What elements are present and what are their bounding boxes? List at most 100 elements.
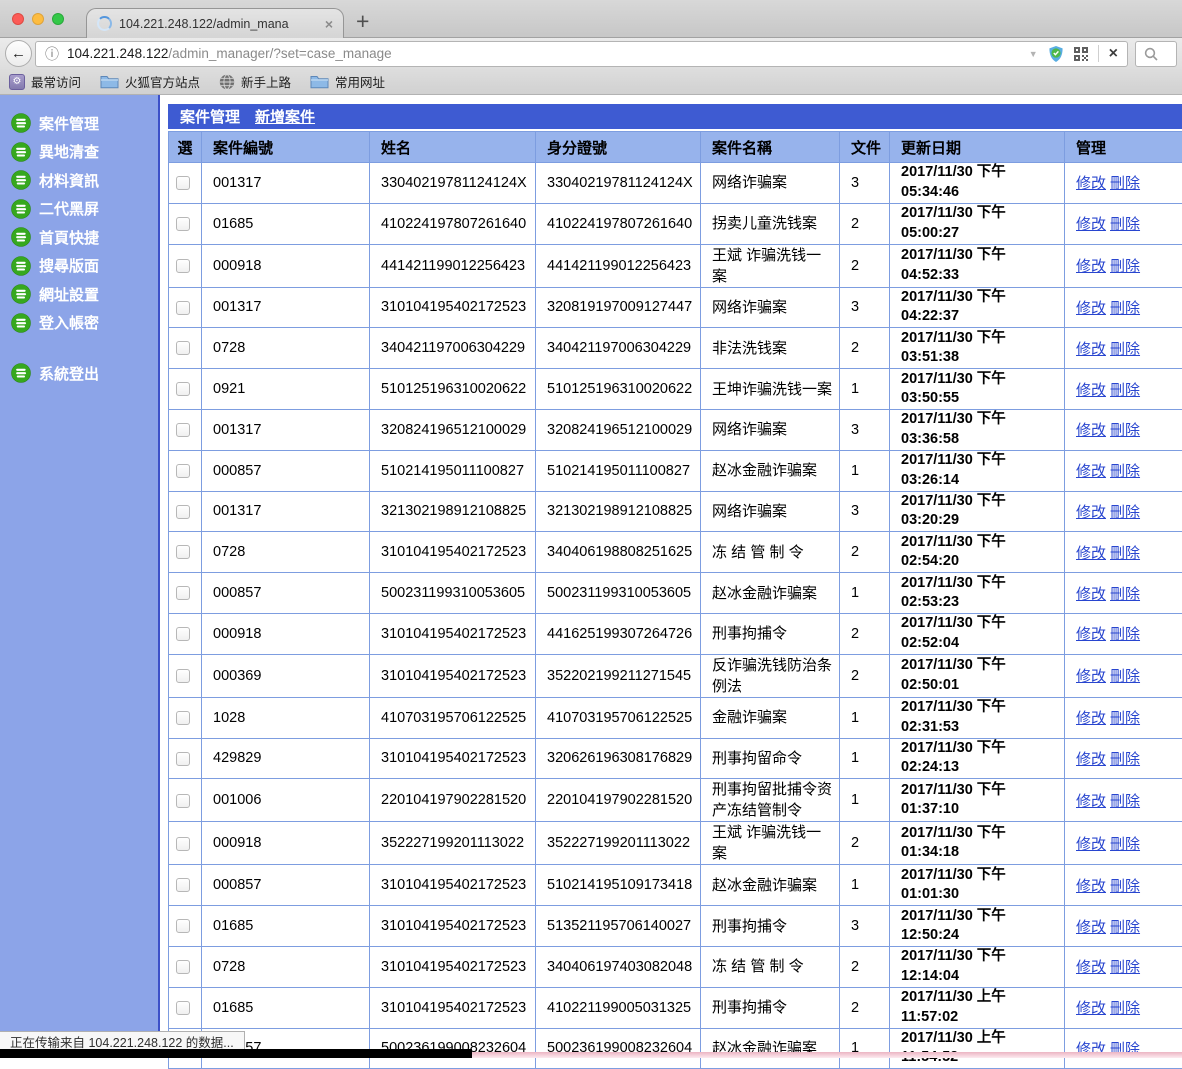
row-checkbox[interactable]	[176, 259, 190, 273]
delete-link[interactable]: 刪除	[1110, 341, 1140, 358]
edit-link[interactable]: 修改	[1076, 1000, 1106, 1017]
update-date-cell: 2017/11/30 下午02:24:13	[890, 738, 1065, 779]
edit-link[interactable]: 修改	[1076, 710, 1106, 727]
select-cell	[169, 244, 202, 287]
delete-link[interactable]: 刪除	[1110, 793, 1140, 810]
zoom-window-button[interactable]	[52, 13, 64, 25]
sidebar-item[interactable]: 首頁快捷	[0, 223, 158, 252]
new-case-link[interactable]: 新增案件	[255, 106, 315, 127]
minimize-window-button[interactable]	[32, 13, 44, 25]
delete-link[interactable]: 刪除	[1110, 836, 1140, 853]
site-info-icon[interactable]: ⓘ	[45, 44, 59, 64]
shield-icon[interactable]	[1048, 45, 1064, 63]
edit-link[interactable]: 修改	[1076, 751, 1106, 768]
sidebar-item[interactable]: 異地清查	[0, 138, 158, 167]
row-checkbox[interactable]	[176, 919, 190, 933]
table-row: 0008575002311993100536055002311993100536…	[169, 573, 1182, 614]
row-checkbox[interactable]	[176, 505, 190, 519]
edit-link[interactable]: 修改	[1076, 300, 1106, 317]
bookmark-item[interactable]: 火狐官方站点	[100, 72, 200, 91]
select-cell	[169, 163, 202, 204]
delete-link[interactable]: 刪除	[1110, 626, 1140, 643]
sidebar-item[interactable]: 案件管理	[0, 109, 158, 138]
new-tab-button[interactable]: +	[356, 8, 369, 34]
row-checkbox[interactable]	[176, 837, 190, 851]
delete-link[interactable]: 刪除	[1110, 382, 1140, 399]
bookmark-item[interactable]: ⚙最常访问	[9, 72, 81, 91]
file-count-cell: 3	[840, 409, 890, 450]
edit-link[interactable]: 修改	[1076, 793, 1106, 810]
delete-link[interactable]: 刪除	[1110, 216, 1140, 233]
edit-link[interactable]: 修改	[1076, 175, 1106, 192]
delete-link[interactable]: 刪除	[1110, 959, 1140, 976]
edit-link[interactable]: 修改	[1076, 216, 1106, 233]
url-bar[interactable]: ⓘ 104.221.248.122/admin_manager/?set=cas…	[35, 41, 1128, 67]
row-checkbox[interactable]	[176, 669, 190, 683]
edit-link[interactable]: 修改	[1076, 422, 1106, 439]
browser-tab[interactable]: 104.221.248.122/admin_mana ×	[86, 8, 344, 38]
id-number-cell: 410703195706122525	[536, 697, 701, 738]
sidebar-item-logout[interactable]: 系統登出	[0, 359, 158, 388]
sidebar-item[interactable]: 二代黑屏	[0, 195, 158, 224]
delete-link[interactable]: 刪除	[1110, 751, 1140, 768]
sidebar-item[interactable]: 材料資訊	[0, 166, 158, 195]
row-checkbox[interactable]	[176, 878, 190, 892]
edit-link[interactable]: 修改	[1076, 341, 1106, 358]
row-checkbox[interactable]	[176, 1001, 190, 1015]
back-button[interactable]: ←	[5, 40, 32, 67]
delete-link[interactable]: 刪除	[1110, 545, 1140, 562]
edit-link[interactable]: 修改	[1076, 878, 1106, 895]
tab-close-icon[interactable]: ×	[325, 17, 333, 31]
row-checkbox[interactable]	[176, 711, 190, 725]
delete-link[interactable]: 刪除	[1110, 668, 1140, 685]
edit-link[interactable]: 修改	[1076, 668, 1106, 685]
search-input[interactable]	[1135, 41, 1177, 67]
delete-link[interactable]: 刪除	[1110, 300, 1140, 317]
edit-link[interactable]: 修改	[1076, 382, 1106, 399]
row-checkbox[interactable]	[176, 423, 190, 437]
row-checkbox[interactable]	[176, 752, 190, 766]
bookmark-item[interactable]: 常用网址	[310, 72, 385, 91]
row-checkbox[interactable]	[176, 217, 190, 231]
delete-link[interactable]: 刪除	[1110, 175, 1140, 192]
history-dropdown-icon[interactable]: ▼	[1029, 49, 1038, 59]
delete-link[interactable]: 刪除	[1110, 919, 1140, 936]
qr-code-icon[interactable]	[1074, 47, 1088, 61]
delete-link[interactable]: 刪除	[1110, 258, 1140, 275]
row-checkbox[interactable]	[176, 301, 190, 315]
bookmark-item[interactable]: 新手上路	[219, 72, 291, 91]
row-checkbox[interactable]	[176, 545, 190, 559]
sidebar-item[interactable]: 搜尋版面	[0, 252, 158, 281]
delete-link[interactable]: 刪除	[1110, 422, 1140, 439]
edit-link[interactable]: 修改	[1076, 545, 1106, 562]
row-checkbox[interactable]	[176, 794, 190, 808]
close-window-button[interactable]	[12, 13, 24, 25]
delete-link[interactable]: 刪除	[1110, 878, 1140, 895]
delete-link[interactable]: 刪除	[1110, 504, 1140, 521]
edit-link[interactable]: 修改	[1076, 463, 1106, 480]
sidebar-item[interactable]: 網址設置	[0, 280, 158, 309]
edit-link[interactable]: 修改	[1076, 626, 1106, 643]
select-cell	[169, 613, 202, 654]
globe-icon	[219, 74, 235, 90]
row-checkbox[interactable]	[176, 464, 190, 478]
row-checkbox[interactable]	[176, 586, 190, 600]
sidebar-item[interactable]: 登入帳密	[0, 309, 158, 338]
row-checkbox[interactable]	[176, 627, 190, 641]
row-checkbox[interactable]	[176, 176, 190, 190]
update-time: 02:54:20	[901, 553, 959, 569]
delete-link[interactable]: 刪除	[1110, 463, 1140, 480]
edit-link[interactable]: 修改	[1076, 836, 1106, 853]
stop-button[interactable]: ×	[1109, 46, 1118, 62]
edit-link[interactable]: 修改	[1076, 919, 1106, 936]
edit-link[interactable]: 修改	[1076, 258, 1106, 275]
delete-link[interactable]: 刪除	[1110, 710, 1140, 727]
delete-link[interactable]: 刪除	[1110, 1000, 1140, 1017]
delete-link[interactable]: 刪除	[1110, 586, 1140, 603]
row-checkbox[interactable]	[176, 382, 190, 396]
edit-link[interactable]: 修改	[1076, 504, 1106, 521]
row-checkbox[interactable]	[176, 960, 190, 974]
edit-link[interactable]: 修改	[1076, 586, 1106, 603]
row-checkbox[interactable]	[176, 341, 190, 355]
edit-link[interactable]: 修改	[1076, 959, 1106, 976]
